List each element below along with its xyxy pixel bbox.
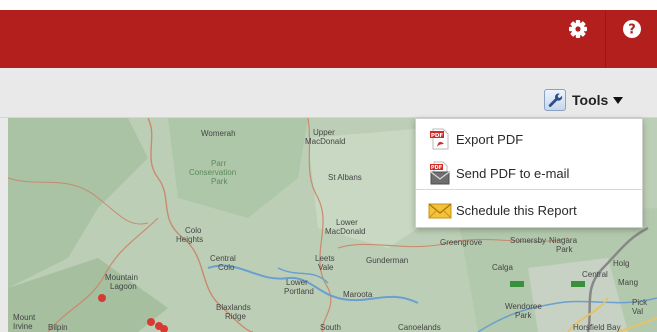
map-label: Holg <box>613 259 630 268</box>
map-label: Niagara <box>549 236 578 245</box>
map-label: Wendoree <box>505 302 542 311</box>
map-label: Maroota <box>343 290 373 299</box>
tools-label: Tools <box>572 92 609 108</box>
top-header: ? <box>0 0 657 68</box>
tools-dropdown-menu: PDF Export PDF PDF Send PDF to e-mail Sc… <box>415 118 643 228</box>
map-label: Mount <box>13 313 36 322</box>
header-divider <box>605 10 606 68</box>
map-label: Leets <box>315 254 335 263</box>
map-label: Colo <box>185 226 202 235</box>
map-label: MacDonald <box>325 227 366 236</box>
pdf-icon: PDF <box>428 127 452 151</box>
gear-icon[interactable] <box>565 16 591 42</box>
send-pdf-email-menu-item[interactable]: PDF Send PDF to e-mail <box>416 156 642 190</box>
map-label: Womerah <box>201 129 236 138</box>
map-label: Colo <box>218 263 235 272</box>
map-label: Upper <box>313 128 335 137</box>
map-label: Vale <box>318 263 334 272</box>
map-label: Lower <box>286 278 308 287</box>
map-label: Mang <box>618 278 639 287</box>
map-label: St Albans <box>328 173 362 182</box>
map-label: Park <box>211 177 228 186</box>
header-bar <box>0 10 657 68</box>
map-label: Pick <box>632 298 648 307</box>
map-label: Ridge <box>225 312 246 321</box>
svg-text:PDF: PDF <box>431 133 444 139</box>
envelope-icon <box>428 198 452 222</box>
wrench-icon <box>544 89 566 111</box>
map-label: Calga <box>492 263 513 272</box>
map-label: Lower <box>336 218 358 227</box>
map-label: Gunderman <box>366 256 409 265</box>
report-toolbar: Tools <box>0 68 657 118</box>
map-label: Park <box>515 311 532 320</box>
export-pdf-label: Export PDF <box>456 131 524 147</box>
help-icon[interactable]: ? <box>619 16 645 42</box>
schedule-report-menu-item[interactable]: Schedule this Report <box>416 193 642 227</box>
menu-divider <box>416 189 642 190</box>
map-label: Conservation <box>189 168 237 177</box>
map-label: Bilpin <box>48 323 68 332</box>
map-label: Greengrove <box>440 238 483 247</box>
map-label: Blaxlands <box>216 303 251 312</box>
map-label: Heights <box>176 235 204 244</box>
export-pdf-menu-item[interactable]: PDF Export PDF <box>416 122 642 156</box>
svg-text:PDF: PDF <box>431 165 442 171</box>
left-gutter <box>0 118 8 332</box>
send-pdf-email-label: Send PDF to e-mail <box>456 165 570 181</box>
tools-button[interactable]: Tools <box>544 88 624 112</box>
map-label: South <box>320 323 341 332</box>
map-label: Central <box>582 270 608 279</box>
map-label: Canoelands <box>398 323 441 332</box>
map-label: MacDonald <box>305 137 346 146</box>
pdf-email-icon: PDF <box>428 161 452 185</box>
svg-text:?: ? <box>628 23 636 38</box>
map-label: Parr <box>211 159 227 168</box>
map-label: Lagoon <box>110 282 137 291</box>
schedule-report-label: Schedule this Report <box>456 202 577 218</box>
map-label: Park <box>556 245 573 254</box>
map-label: Horsfield Bay <box>573 323 621 332</box>
map-label: Irvine <box>13 322 33 331</box>
chevron-down-icon <box>613 96 624 104</box>
map-label: Val <box>632 307 643 316</box>
map-label: Portland <box>284 287 314 296</box>
map-label: Central <box>210 254 236 263</box>
map-label: Mountain <box>105 273 138 282</box>
map-label: Somersby <box>510 236 547 245</box>
